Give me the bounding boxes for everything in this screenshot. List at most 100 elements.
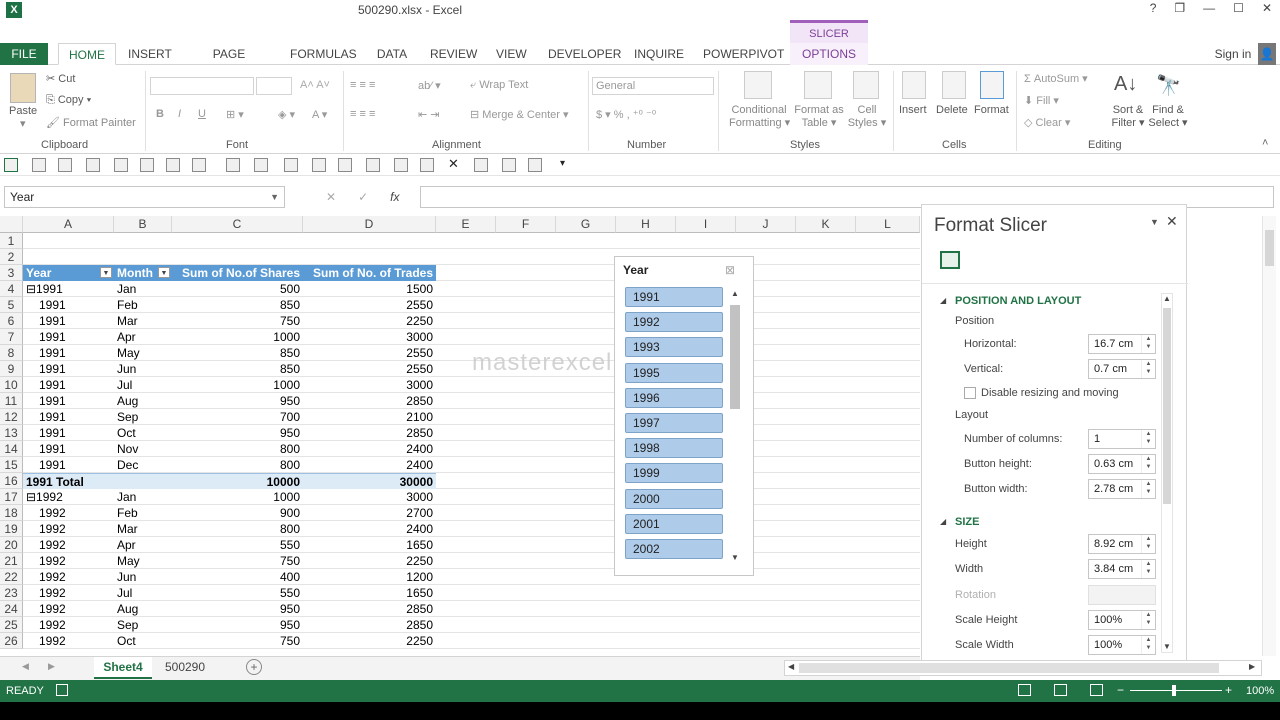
pivot-cell[interactable]: 1991 bbox=[23, 345, 114, 361]
pivot-cell[interactable]: 400 bbox=[172, 569, 303, 585]
pivot-cell[interactable]: Dec bbox=[114, 457, 172, 473]
slicer-item-button[interactable]: 1995 bbox=[625, 362, 723, 383]
pane-options-icon[interactable]: ▼ bbox=[1150, 217, 1159, 227]
pivot-cell[interactable]: 1991 bbox=[23, 457, 114, 473]
bold-button[interactable]: B bbox=[156, 108, 164, 120]
pivot-cell[interactable]: 1991 bbox=[23, 409, 114, 425]
pivot-cell[interactable]: 800 bbox=[172, 457, 303, 473]
row-header[interactable]: 2 bbox=[0, 249, 23, 265]
tab-inquire[interactable]: INQUIRE bbox=[634, 43, 684, 65]
paste-icon[interactable] bbox=[10, 73, 36, 103]
delete-cells-button[interactable]: Delete bbox=[936, 104, 968, 116]
pivot-cell[interactable]: 2250 bbox=[303, 313, 436, 329]
scroll-left-icon[interactable]: ◀ bbox=[788, 662, 794, 671]
spinner-arrows-icon[interactable]: ▲ ▼ bbox=[1141, 560, 1155, 578]
pivot-cell[interactable]: 1650 bbox=[303, 585, 436, 601]
slicer-item-button[interactable]: 2002 bbox=[625, 539, 723, 559]
number-format-icons[interactable]: $ ▾ % , ⁺⁰ ⁻⁰ bbox=[596, 108, 656, 121]
close-icon[interactable]: ✕ bbox=[1166, 213, 1178, 230]
indent-icon[interactable]: ⇤ ⇥ bbox=[418, 108, 440, 121]
collapse-ribbon-icon[interactable]: ˄ bbox=[1262, 137, 1268, 149]
pivot-cell[interactable]: Apr bbox=[114, 537, 172, 553]
pivot-cell[interactable]: 2550 bbox=[303, 297, 436, 313]
pivot-cell[interactable]: 2250 bbox=[303, 633, 436, 649]
tab-insert[interactable]: INSERT bbox=[128, 43, 172, 65]
row-header[interactable]: 25 bbox=[0, 617, 23, 633]
pivot-cell[interactable]: 750 bbox=[172, 553, 303, 569]
pivot-cell[interactable]: 850 bbox=[172, 361, 303, 377]
pivot-cell[interactable]: Oct bbox=[114, 633, 172, 649]
select-all-corner[interactable] bbox=[0, 216, 23, 233]
pivot-cell[interactable]: 800 bbox=[172, 441, 303, 457]
pivot-cell[interactable] bbox=[114, 249, 172, 265]
spinner-arrows-icon[interactable]: ▲ ▼ bbox=[1141, 335, 1155, 353]
pivot-cell[interactable]: 2850 bbox=[303, 601, 436, 617]
pivot-cell[interactable]: Aug bbox=[114, 393, 172, 409]
pivot-cell[interactable] bbox=[23, 233, 114, 249]
pivot-cell[interactable]: 1991 bbox=[23, 313, 114, 329]
row-header[interactable]: 18 bbox=[0, 505, 23, 521]
font-name-dropdown[interactable] bbox=[150, 77, 254, 95]
pivot-cell[interactable]: 2700 bbox=[303, 505, 436, 521]
toolbar-icon[interactable] bbox=[114, 158, 128, 172]
spinner-arrows-icon[interactable]: ▲ ▼ bbox=[1141, 636, 1155, 654]
tab-page-layout[interactable]: PAGE LAYOUT bbox=[190, 43, 268, 83]
scroll-up-icon[interactable]: ▲ bbox=[731, 289, 739, 298]
macro-record-icon[interactable] bbox=[56, 684, 68, 696]
pivot-cell[interactable]: 1992 bbox=[23, 521, 114, 537]
pivot-cell[interactable]: 3000 bbox=[303, 489, 436, 505]
cancel-formula-button[interactable]: ✕ bbox=[326, 186, 336, 208]
horizontal-spinner[interactable]: 16.7 cm ▲ ▼ bbox=[1088, 334, 1156, 354]
column-header[interactable]: B bbox=[114, 216, 172, 233]
sheet-tab[interactable]: 500290 bbox=[156, 657, 214, 679]
tab-powerpivot[interactable]: POWERPIVOT bbox=[703, 43, 784, 65]
width-spinner[interactable]: 3.84 cm ▲ ▼ bbox=[1088, 559, 1156, 579]
pivot-total-cell[interactable]: 1991 Total bbox=[23, 473, 114, 489]
spinner-arrows-icon[interactable]: ▲ ▼ bbox=[1141, 360, 1155, 378]
collapse-triangle-icon[interactable]: ◢ bbox=[940, 517, 946, 526]
scroll-right-icon[interactable]: ▶ bbox=[1249, 662, 1255, 671]
column-header[interactable]: J bbox=[736, 216, 796, 233]
worksheet-grid[interactable]: A B C D E F G H I J K L 1 2 3 ▼ Year ▼ Month Su… bbox=[0, 216, 920, 656]
sheet-tab-active[interactable]: Sheet4 bbox=[94, 657, 152, 679]
column-header[interactable]: I bbox=[676, 216, 736, 233]
customize-toolbar-icon[interactable]: ▾ bbox=[560, 158, 574, 172]
slicer-item-button[interactable]: 1992 bbox=[625, 312, 723, 333]
toolbar-icon[interactable] bbox=[474, 158, 488, 172]
sheet-vertical-scrollbar[interactable] bbox=[1262, 216, 1276, 656]
row-header[interactable]: 5 bbox=[0, 297, 23, 313]
column-header[interactable]: F bbox=[496, 216, 556, 233]
row-header[interactable]: 10 bbox=[0, 377, 23, 393]
pivot-cell[interactable]: 1991 bbox=[23, 361, 114, 377]
pivot-cell[interactable]: Sep bbox=[114, 409, 172, 425]
camera-icon[interactable] bbox=[140, 158, 154, 172]
size-section[interactable]: SIZE bbox=[955, 516, 979, 528]
pivot-cell[interactable]: Sep bbox=[114, 617, 172, 633]
toolbar-icon[interactable] bbox=[226, 158, 240, 172]
pivot-cell[interactable]: Feb bbox=[114, 297, 172, 313]
pivot-cell[interactable] bbox=[172, 249, 303, 265]
sign-in-link[interactable]: Sign in bbox=[1210, 43, 1256, 65]
fill-color-icon[interactable]: ◈ ▾ bbox=[278, 108, 295, 121]
pivot-cell[interactable]: Jun bbox=[114, 569, 172, 585]
format-cells-button[interactable]: Format bbox=[974, 104, 1009, 116]
pivot-cell[interactable]: 2850 bbox=[303, 425, 436, 441]
pivot-cell[interactable]: 500 bbox=[172, 281, 303, 297]
tab-formulas[interactable]: FORMULAS bbox=[290, 43, 357, 65]
pivot-cell[interactable]: Apr bbox=[114, 329, 172, 345]
pivot-total-cell[interactable] bbox=[114, 473, 172, 489]
pivot-cell[interactable]: 1992 bbox=[23, 617, 114, 633]
italic-button[interactable]: I bbox=[178, 108, 181, 120]
slicer-item-button[interactable]: 2000 bbox=[625, 488, 723, 509]
normal-view-icon[interactable] bbox=[1018, 684, 1031, 696]
clear-button[interactable]: ◇ Clear ▾ bbox=[1024, 116, 1070, 129]
column-header[interactable]: L bbox=[856, 216, 920, 233]
pivot-cell[interactable]: ⊟1991 bbox=[23, 281, 114, 297]
font-grow-shrink-icon[interactable]: A˄ A˅ bbox=[300, 79, 330, 91]
scroll-thumb[interactable] bbox=[730, 305, 740, 409]
pivot-cell[interactable]: 1992 bbox=[23, 585, 114, 601]
collapse-triangle-icon[interactable]: ◢ bbox=[940, 296, 946, 305]
pivot-cell[interactable]: 2400 bbox=[303, 441, 436, 457]
pivot-cell[interactable]: 2550 bbox=[303, 345, 436, 361]
columns-spinner[interactable]: 1 ▲ ▼ bbox=[1088, 429, 1156, 449]
